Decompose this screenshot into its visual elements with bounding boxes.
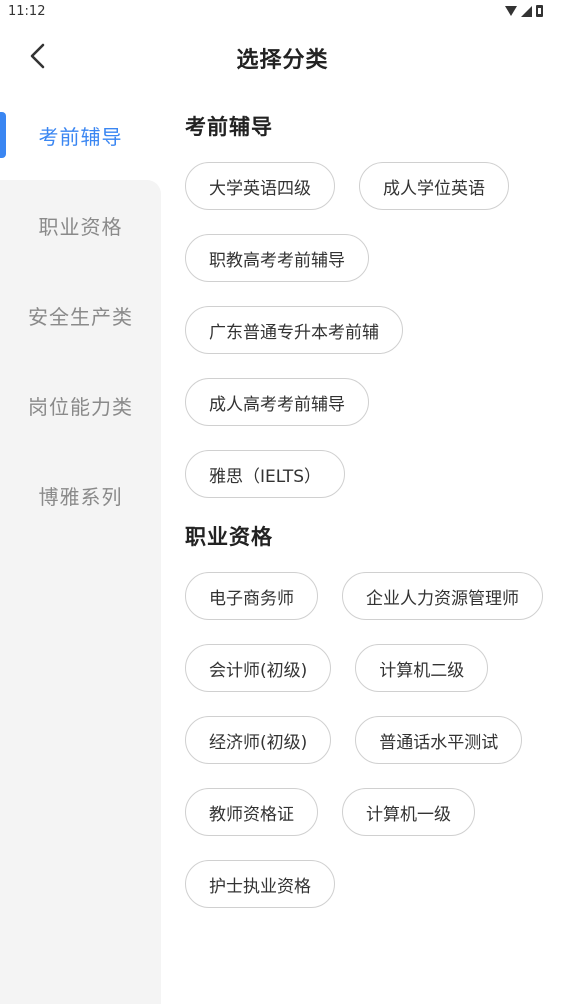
category-chip[interactable]: 经济师(初级) [185, 716, 332, 764]
sidebar-item-job-competency[interactable]: 岗位能力类 [0, 360, 161, 450]
status-bar: 11:12 [0, 0, 565, 24]
sidebar-item-label: 职业资格 [38, 214, 123, 239]
category-chip[interactable]: 计算机一级 [342, 788, 475, 836]
header: 选择分类 [0, 24, 565, 88]
battery-icon [536, 5, 543, 17]
category-chip[interactable]: 计算机二级 [355, 644, 489, 692]
status-icons [505, 5, 543, 17]
chip-group: 大学英语四级 成人学位英语 职教高考考前辅导 广东普通专升本考前辅 成人高考考前… [185, 162, 545, 498]
sidebar-item-boya-series[interactable]: 博雅系列 [0, 450, 161, 540]
sidebar-item-label: 岗位能力类 [28, 394, 133, 419]
category-chip[interactable]: 大学英语四级 [185, 162, 335, 210]
category-chip[interactable]: 职教高考考前辅导 [185, 234, 369, 282]
active-indicator [0, 112, 6, 158]
chip-group: 电子商务师 企业人力资源管理师 会计师(初级) 计算机二级 经济师(初级) 普通… [185, 572, 545, 908]
category-chip[interactable]: 教师资格证 [185, 788, 318, 836]
page-title: 选择分类 [236, 48, 329, 73]
category-chip[interactable]: 雅思（IELTS） [185, 450, 346, 498]
category-chip[interactable]: 普通话水平测试 [355, 716, 523, 764]
sidebar-item-exam-tutoring[interactable]: 考前辅导 [0, 90, 161, 180]
wifi-icon [505, 6, 517, 16]
category-chip[interactable]: 电子商务师 [185, 572, 318, 620]
sidebar-item-safety-production[interactable]: 安全生产类 [0, 270, 161, 360]
status-time: 11:12 [8, 4, 46, 19]
sidebar-item-professional-qualification[interactable]: 职业资格 [0, 180, 161, 270]
category-chip[interactable]: 会计师(初级) [185, 644, 332, 692]
category-chip[interactable]: 企业人力资源管理师 [342, 572, 543, 620]
category-content: 考前辅导 大学英语四级 成人学位英语 职教高考考前辅导 广东普通专升本考前辅 成… [161, 88, 565, 1004]
section-title: 职业资格 [185, 525, 273, 549]
category-chip[interactable]: 成人高考考前辅导 [185, 378, 369, 426]
category-chip[interactable]: 护士执业资格 [185, 860, 335, 908]
category-sidebar: 考前辅导 职业资格 安全生产类 岗位能力类 博雅系列 [0, 88, 161, 1004]
category-chip[interactable]: 成人学位英语 [359, 162, 509, 210]
sidebar-item-label: 考前辅导 [38, 124, 123, 149]
signal-icon [521, 5, 532, 17]
section-title: 考前辅导 [185, 115, 273, 139]
category-chip[interactable]: 广东普通专升本考前辅 [185, 306, 403, 354]
sidebar-item-label: 博雅系列 [38, 484, 123, 509]
sidebar-item-label: 安全生产类 [28, 304, 133, 329]
